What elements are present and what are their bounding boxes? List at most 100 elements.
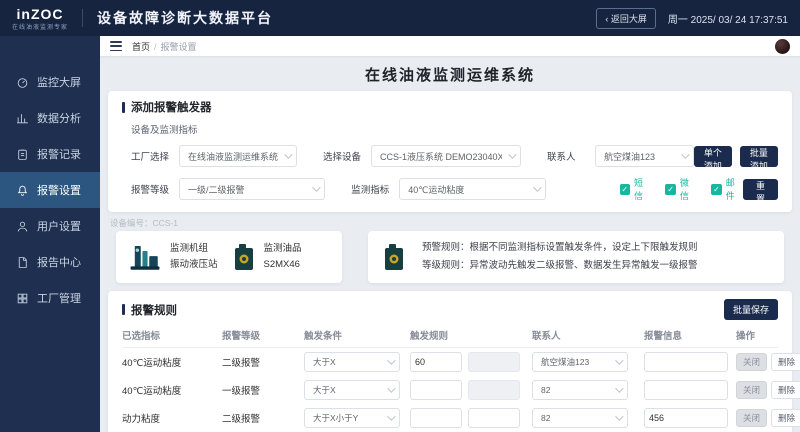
- user-icon: [16, 220, 29, 233]
- unit-label: 监测机组: [170, 242, 209, 254]
- collapse-menu-icon[interactable]: [110, 41, 122, 51]
- add-batch-button[interactable]: 批量添加: [739, 145, 778, 171]
- breadcrumb: 首页 / 报警设置: [132, 41, 197, 52]
- sidebar-item-label: 报警记录: [37, 149, 81, 161]
- chevron-down-icon: [680, 150, 690, 159]
- threshold-x-input[interactable]: [410, 380, 462, 401]
- document-icon: [16, 256, 29, 269]
- app-title: 设备故障诊断大数据平台: [97, 10, 274, 26]
- factory-select[interactable]: 在线油液监测运维系统: [179, 145, 298, 167]
- sidebar-item-label: 用户设置: [37, 221, 81, 233]
- delete-rule-button[interactable]: 删除: [771, 381, 800, 400]
- close-rule-button[interactable]: 关闭: [736, 353, 767, 372]
- table-row: 动力粘度 二级报警 大于X小于Y 82 456 关闭 删除: [122, 404, 800, 432]
- checkbox-email[interactable]: ✓ 邮件: [711, 176, 743, 202]
- sidebar-item-monitor-screen[interactable]: 监控大屏: [0, 64, 100, 100]
- add-trigger-card: 添加报警触发器 设备及监测指标 工厂选择 在线油液监测运维系统 选择设备 CCS…: [108, 91, 792, 212]
- device-number: 设备编号：CCS-1: [110, 218, 179, 228]
- checkbox-checked-icon: ✓: [665, 183, 676, 195]
- condition-select[interactable]: 大于X: [304, 380, 400, 401]
- oil-canister-icon: [234, 244, 253, 271]
- batch-save-button[interactable]: 批量保存: [723, 299, 778, 321]
- clipboard-icon: [16, 148, 29, 161]
- breadcrumb-home[interactable]: 首页: [132, 42, 150, 52]
- alarm-message-input[interactable]: [644, 408, 728, 429]
- factory-select-label: 工厂选择: [131, 152, 170, 163]
- sidebar-item-alarm-records[interactable]: 报警记录: [0, 136, 100, 172]
- sidebar-item-data-analysis[interactable]: 数据分析: [0, 100, 100, 136]
- sidebar-item-label: 报告中心: [37, 257, 81, 269]
- sidebar-item-report-center[interactable]: 报告中心: [0, 244, 100, 280]
- sidebar-item-user-settings[interactable]: 用户设置: [0, 208, 100, 244]
- back-to-dashboard-button[interactable]: ‹ 返回大屏: [596, 7, 656, 29]
- chevron-down-icon: [312, 183, 321, 192]
- notify-options: ✓ 短信 ✓ 微信 ✓ 邮件: [619, 176, 743, 202]
- chevron-down-icon: [508, 150, 517, 159]
- checkbox-sms[interactable]: ✓ 短信: [619, 176, 652, 202]
- section-title-add-trigger: 添加报警触发器: [122, 99, 778, 115]
- top-header: inZOC 在线油液监测专家 设备故障诊断大数据平台 ‹ 返回大屏 周一 202…: [0, 0, 800, 36]
- threshold-x-input[interactable]: [410, 352, 462, 373]
- page-title: 在线油液监测运维系统: [364, 67, 535, 84]
- monitored-device-card: 监测机组 振动液压站 监测油品 S2MX46: [116, 231, 342, 284]
- condition-select[interactable]: 大于X小于Y: [304, 408, 400, 429]
- delete-rule-button[interactable]: 删除: [771, 353, 800, 372]
- logo-tagline: 在线油液监测专家: [12, 24, 69, 31]
- chevron-down-icon: [532, 183, 542, 192]
- oil-value: S2MX46: [263, 259, 300, 271]
- warning-rule-line1: 预警规则：根据不同监测指标设置触发条件，设定上下限触发规则: [422, 242, 698, 253]
- breadcrumb-bar: 首页 / 报警设置: [100, 36, 800, 56]
- reset-button[interactable]: 重置: [743, 178, 778, 204]
- section-title-alarm-rules: 报警规则: [122, 302, 177, 318]
- threshold-y-input: [468, 380, 520, 401]
- add-single-button[interactable]: 单个添加: [693, 145, 732, 171]
- condition-select[interactable]: 大于X: [304, 352, 400, 373]
- device-select-label: 选择设备: [323, 152, 362, 163]
- chevron-down-icon: [387, 384, 396, 393]
- threshold-y-input[interactable]: [468, 408, 520, 429]
- threshold-x-input[interactable]: [410, 408, 462, 429]
- device-select[interactable]: CCS-1液压系统 DEMO23040X: [371, 145, 522, 167]
- warning-rules-card: 预警规则：根据不同监测指标设置触发条件，设定上下限触发规则 等级规则：异常波动先…: [368, 231, 784, 284]
- unit-value: 振动液压站: [170, 259, 218, 271]
- indicator-select[interactable]: 40℃运动粘度: [399, 178, 546, 200]
- close-rule-button[interactable]: 关闭: [736, 381, 767, 400]
- oil-label: 监测油品: [263, 242, 302, 254]
- close-rule-button[interactable]: 关闭: [736, 409, 767, 428]
- chevron-down-icon: [387, 412, 396, 421]
- row-contact-select[interactable]: 82: [532, 380, 628, 401]
- brand-logo: inZOC 在线油液监测专家: [12, 6, 68, 31]
- sidebar-item-factory-management[interactable]: 工厂管理: [0, 280, 100, 316]
- bell-icon: [16, 184, 29, 197]
- table-row: 40℃运动粘度 二级报警 大于X 航空煤油123: [122, 348, 800, 376]
- user-avatar[interactable]: [775, 38, 790, 54]
- alarm-level-label: 报警等级: [131, 185, 170, 196]
- sidebar-item-label: 数据分析: [37, 113, 81, 125]
- table-row: 40℃运动粘度 一级报警 大于X 82 关闭 删除: [122, 376, 800, 404]
- chevron-down-icon: [284, 150, 293, 159]
- sidebar-item-label: 报警设置: [37, 185, 81, 197]
- sidebar-nav: 监控大屏 数据分析 报警记录 报警设置 用户设置 报告中心 工厂管理: [0, 36, 100, 432]
- chevron-down-icon: [615, 412, 624, 421]
- delete-rule-button[interactable]: 删除: [771, 409, 800, 428]
- checkbox-checked-icon: ✓: [619, 183, 631, 195]
- alarm-level-select[interactable]: 一级/二级报警: [179, 178, 326, 200]
- grid-icon: [16, 292, 29, 305]
- row-contact-select[interactable]: 82: [532, 408, 628, 429]
- alarm-message-input[interactable]: [644, 352, 728, 373]
- logo-text: inZOC: [16, 5, 64, 22]
- alarm-message-input[interactable]: [644, 380, 728, 401]
- breadcrumb-current: 报警设置: [160, 41, 197, 52]
- oil-canister-icon: [385, 244, 403, 271]
- sidebar-item-alarm-settings[interactable]: 报警设置: [0, 172, 100, 208]
- gauge-icon: [16, 76, 29, 89]
- row-contact-select[interactable]: 航空煤油123: [532, 352, 628, 373]
- contact-select-label: 联系人: [547, 152, 576, 163]
- contact-select[interactable]: 航空煤油123: [595, 145, 694, 167]
- sidebar-item-label: 监控大屏: [37, 77, 81, 89]
- chevron-down-icon: [615, 384, 624, 393]
- checkbox-wechat[interactable]: ✓ 微信: [665, 176, 697, 202]
- header-divider: [82, 9, 84, 27]
- table-header: 已选指标 报警等级 触发条件 触发规则 联系人 报警信息 操作: [122, 328, 778, 349]
- bar-chart-icon: [16, 112, 29, 125]
